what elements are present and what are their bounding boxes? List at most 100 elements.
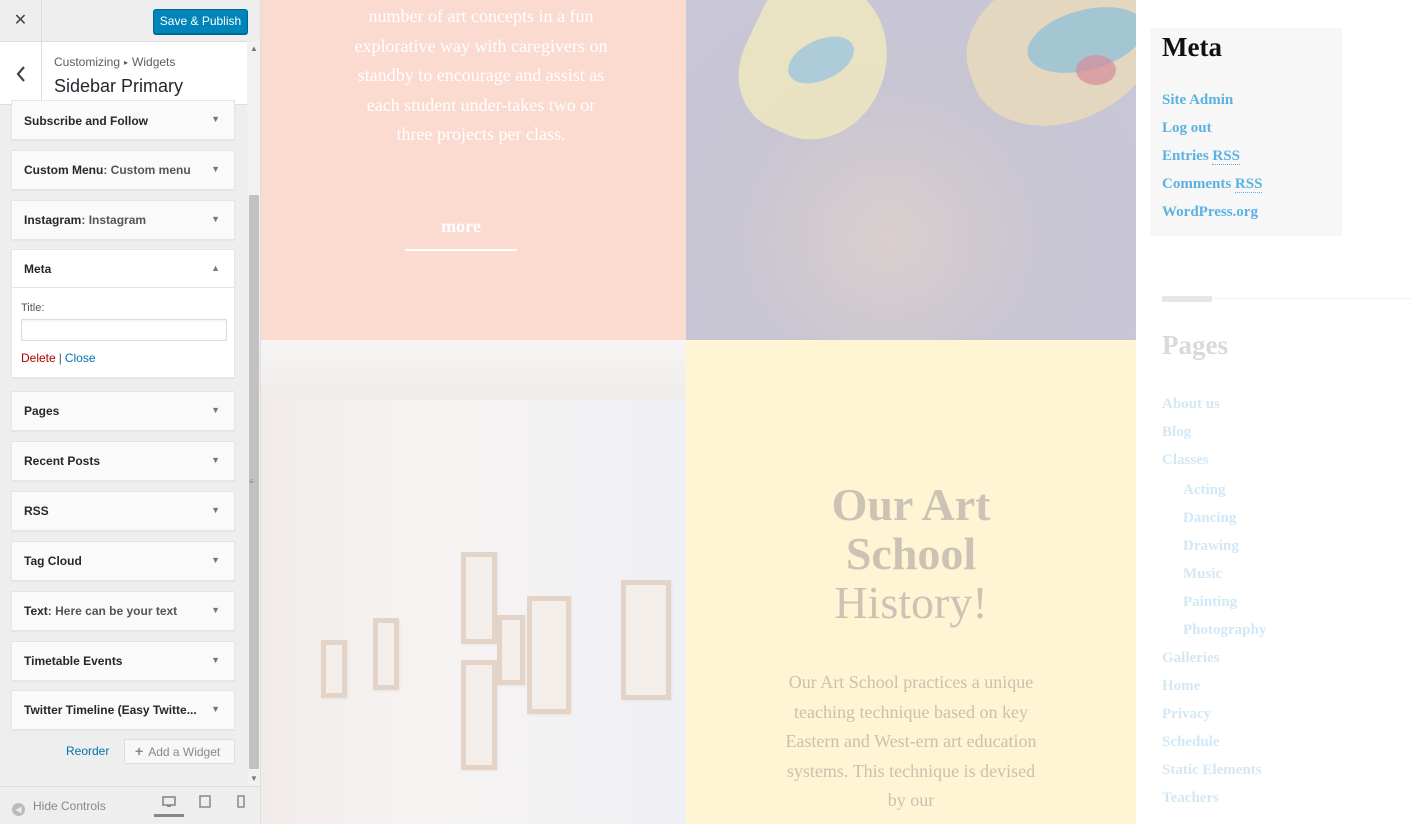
breadcrumb: Customizing ▸ Widgets [54,55,175,69]
subpage-link[interactable]: Photography [1162,622,1266,650]
subpage-link[interactable]: Painting [1162,594,1266,622]
close-link[interactable]: Close [65,351,96,365]
tablet-preview-button[interactable] [190,795,220,817]
customizer-footer: ◀ Hide Controls [0,786,260,824]
reorder-link[interactable]: Reorder [66,744,109,758]
mobile-preview-button[interactable] [226,795,256,817]
hide-controls-button[interactable]: ◀ Hide Controls [12,799,106,816]
page-link[interactable]: Static Elements [1162,762,1266,790]
widget-meta[interactable]: Meta ▲ Title: Delete | Close [11,249,235,378]
subpage-link[interactable]: Drawing [1162,538,1266,566]
meta-link-site-admin[interactable]: Site Admin [1162,92,1262,120]
caret-down-icon[interactable]: ▼ [211,704,220,714]
meta-link-comments-rss[interactable]: Comments RSS [1162,176,1263,204]
save-publish-button[interactable]: Save & Publish [153,9,248,34]
collapse-icon: ◀ [12,803,25,816]
meta-link-label: Comments [1162,176,1232,192]
widget-title: Meta [24,262,52,276]
widget-title: Text [24,604,48,618]
meta-link-entries-rss[interactable]: Entries RSS [1162,148,1262,176]
scroll-down-arrow-icon[interactable]: ▼ [247,772,260,786]
history-title-line2: School [845,528,977,579]
page-link[interactable]: Classes [1162,452,1266,480]
hide-controls-label: Hide Controls [33,799,106,813]
subpage-link[interactable]: Acting [1162,482,1266,510]
page-link[interactable]: Teachers [1162,790,1266,818]
close-icon: ✕ [13,12,28,29]
scroll-up-arrow-icon[interactable]: ▲ [247,42,260,56]
history-title-line1: Our Art [831,479,991,530]
close-customizer-button[interactable]: ✕ [0,0,42,42]
customizer-header: ✕ Save & Publish [0,0,248,42]
title-input[interactable] [21,319,227,341]
widget-title: Timetable Events [24,654,123,668]
widget-custom-menu[interactable]: Custom Menu: Custom menu ▼ [11,150,235,190]
delete-link[interactable]: Delete [21,351,56,365]
history-title: Our Art School History! [686,480,1136,627]
meta-links: Site Admin Log out Entries RSS Comments … [1162,92,1263,232]
widget-title: Custom Menu [24,163,104,177]
widget-twitter-timeline[interactable]: Twitter Timeline (Easy Twitte... ▼ [11,690,235,730]
widget-tag-cloud[interactable]: Tag Cloud ▼ [11,541,235,581]
meta-link-wordpress-org[interactable]: WordPress.org [1162,204,1262,232]
meta-link-log-out[interactable]: Log out [1162,120,1262,148]
caret-down-icon[interactable]: ▼ [211,505,220,515]
painted-hands-photo [686,0,1136,340]
caret-down-icon[interactable]: ▼ [211,405,220,415]
add-widget-button[interactable]: + Add a Widget [124,739,235,764]
breadcrumb-customizing: Customizing [54,55,121,69]
desktop-preview-button[interactable] [154,795,184,817]
caret-down-icon[interactable]: ▼ [211,605,220,615]
meta-title: Meta [1162,32,1222,62]
caret-down-icon[interactable]: ▼ [211,164,220,174]
page-link[interactable]: Schedule [1162,734,1266,762]
page-link[interactable]: Privacy [1162,706,1266,734]
page-link[interactable]: About us [1162,396,1266,424]
widget-subscribe-and-follow[interactable]: Subscribe and Follow ▼ [11,100,235,140]
caret-down-icon[interactable]: ▼ [211,655,220,665]
widget-recent-posts[interactable]: Recent Posts ▼ [11,441,235,481]
subpage-link[interactable]: Dancing [1162,510,1266,538]
widget-pages[interactable]: Pages ▼ [11,391,235,431]
gallery-photo [261,340,686,824]
page-link[interactable]: Galleries [1162,650,1266,678]
widget-text[interactable]: Text: Here can be your text ▼ [11,591,235,631]
add-widget-label: Add a Widget [148,745,221,759]
sidebar-scrollbar[interactable]: ▲ ≡ ▼ [247,42,260,786]
caret-down-icon[interactable]: ▼ [211,214,220,224]
widget-timetable-events[interactable]: Timetable Events ▼ [11,641,235,681]
intro-tile: number of art concepts in a fun explorat… [261,0,686,340]
widget-subtitle: : Instagram [81,213,147,227]
picture-frame [621,580,671,700]
history-title-line3: History! [834,577,988,628]
section-rule [1212,298,1411,299]
caret-up-icon[interactable]: ▲ [211,263,220,273]
widget-meta-form: Title: Delete | Close [12,288,234,377]
plus-icon: + [135,743,144,759]
caret-down-icon[interactable]: ▼ [211,114,220,124]
photo-shape [1076,55,1116,85]
desktop-icon [162,796,176,807]
breadcrumb-separator-icon: ▸ [124,58,129,67]
caret-down-icon[interactable]: ▼ [211,555,220,565]
caret-down-icon[interactable]: ▼ [211,455,220,465]
back-button[interactable] [0,42,42,105]
page-link[interactable]: Home [1162,678,1266,706]
picture-frame [461,660,497,770]
page-link[interactable]: Blog [1162,424,1266,452]
tablet-icon [199,795,211,808]
actions-separator: | [58,351,62,365]
mobile-icon [237,795,245,808]
widget-title: Instagram [24,213,82,227]
history-text: Our Art School practices a unique teachi… [785,672,1037,811]
widget-title: Twitter Timeline (Easy Twitte... [24,703,197,717]
widget-instagram[interactable]: Instagram: Instagram ▼ [11,200,235,240]
site-preview[interactable]: number of art concepts in a fun explorat… [261,0,1411,824]
customizer-sidebar: ✕ Save & Publish Customizing ▸ Widgets Sid… [0,0,261,824]
chevron-left-icon [16,66,25,82]
more-link[interactable]: more [405,216,517,251]
primary-sidebar: Meta Site Admin Log out Entries RSS Comm… [1136,0,1411,824]
intro-text: number of art concepts in a fun explorat… [354,6,608,145]
widget-rss[interactable]: RSS ▼ [11,491,235,531]
subpage-link[interactable]: Music [1162,566,1266,594]
